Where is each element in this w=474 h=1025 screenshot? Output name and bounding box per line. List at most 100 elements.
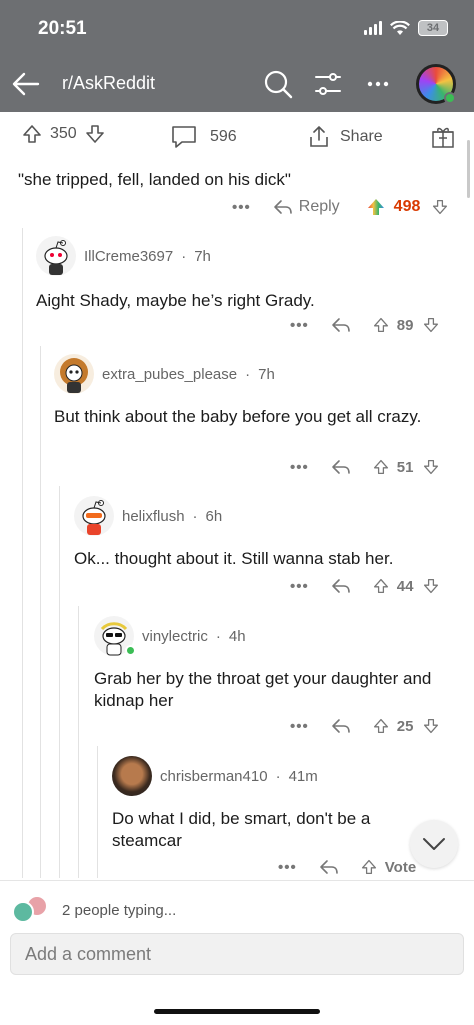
snoo-avatar[interactable] bbox=[74, 496, 114, 536]
comment-3-actions: ••• 44 bbox=[290, 577, 439, 595]
comment-age: 7h bbox=[194, 247, 211, 265]
post-action-bar: 350 596 Share bbox=[0, 116, 474, 156]
comment-body: Ok... thought about it. Still wanna stab… bbox=[74, 549, 394, 568]
wifi-icon bbox=[390, 20, 410, 35]
comment-author[interactable]: IllCreme3697 bbox=[84, 248, 173, 265]
comment-age: 7h bbox=[258, 365, 275, 383]
snoo-sunglasses-avatar[interactable] bbox=[94, 616, 136, 656]
comment-5: chrisberman410 · 41m Do what I did, be s… bbox=[112, 756, 412, 852]
post-vote-group: 350 bbox=[22, 124, 105, 144]
upvote-icon[interactable] bbox=[373, 458, 389, 476]
downvote-icon[interactable] bbox=[432, 198, 448, 216]
comment-composer: 2 people typing... Add a comment bbox=[0, 880, 474, 1025]
more-icon[interactable]: ••• bbox=[290, 459, 309, 476]
comment-1-actions: ••• 89 bbox=[290, 316, 439, 334]
comment-score: 89 bbox=[396, 316, 414, 334]
thread-line bbox=[59, 486, 60, 878]
upvote-icon[interactable] bbox=[373, 316, 389, 334]
more-icon[interactable]: ••• bbox=[278, 859, 297, 876]
reply-arrow-icon[interactable] bbox=[319, 858, 339, 876]
downvote-icon[interactable] bbox=[423, 316, 439, 334]
share-icon bbox=[310, 126, 328, 147]
scrollbar[interactable] bbox=[467, 140, 470, 198]
top-bar: 20:51 34 r/AskReddit bbox=[0, 0, 474, 112]
battery-indicator: 34 bbox=[418, 20, 448, 36]
chevron-down-icon bbox=[423, 838, 445, 850]
comment-1: IllCreme3697 · 7h Aight Shady, maybe he’… bbox=[36, 236, 315, 312]
comment-score: Vote bbox=[384, 858, 417, 876]
reply-arrow-icon[interactable] bbox=[331, 458, 351, 476]
thread-line bbox=[40, 346, 41, 878]
parent-score: 498 bbox=[393, 198, 421, 215]
photo-avatar[interactable] bbox=[112, 756, 152, 796]
upvote-icon[interactable] bbox=[373, 717, 389, 735]
comment-body: Aight Shady, maybe he’s right Grady. bbox=[36, 291, 315, 310]
home-indicator bbox=[154, 1009, 320, 1014]
comment-body: Grab her by the throat get your daughter… bbox=[94, 669, 432, 710]
comment-author[interactable]: chrisberman410 bbox=[160, 768, 268, 785]
downvote-icon[interactable] bbox=[423, 717, 439, 735]
comment-5-actions: ••• Vote bbox=[278, 858, 416, 876]
comment-score: 51 bbox=[396, 458, 414, 476]
downvote-icon[interactable] bbox=[423, 458, 439, 476]
comment-author[interactable]: extra_pubes_please bbox=[102, 366, 237, 383]
comment-2: extra_pubes_please · 7h But think about … bbox=[54, 354, 424, 428]
upvote-icon[interactable] bbox=[361, 858, 377, 876]
comment-age: 4h bbox=[228, 627, 246, 645]
upvote-icon[interactable] bbox=[22, 124, 42, 144]
nav-bar: r/AskReddit bbox=[0, 60, 474, 108]
downvote-icon[interactable] bbox=[423, 577, 439, 595]
parent-comment-text: "she tripped, fell, landed on his dick" bbox=[18, 170, 291, 189]
signal-icon bbox=[364, 21, 382, 35]
more-options-icon[interactable] bbox=[362, 68, 394, 100]
more-icon[interactable]: ••• bbox=[290, 718, 309, 735]
online-indicator bbox=[444, 92, 456, 104]
post-score: 350 bbox=[50, 125, 77, 142]
comment-age: 6h bbox=[205, 507, 223, 525]
upvote-icon[interactable] bbox=[373, 577, 389, 595]
thread-line bbox=[22, 228, 23, 878]
reply-arrow-icon[interactable] bbox=[273, 198, 293, 216]
collapse-thread-button[interactable] bbox=[410, 820, 458, 868]
typing-text: 2 people typing... bbox=[62, 901, 177, 919]
thread-line bbox=[78, 606, 79, 878]
share-button[interactable]: Share bbox=[306, 124, 383, 150]
downvote-icon[interactable] bbox=[85, 124, 105, 144]
typing-indicator: 2 people typing... bbox=[12, 895, 176, 925]
online-indicator bbox=[125, 645, 136, 656]
comment-2-actions: ••• 51 bbox=[290, 458, 439, 476]
reply-arrow-icon[interactable] bbox=[331, 316, 351, 334]
comment-bubble-icon bbox=[172, 126, 196, 148]
subreddit-title[interactable]: r/AskReddit bbox=[62, 73, 155, 94]
comment-body: But think about the baby before you get … bbox=[54, 407, 422, 426]
reply-label[interactable]: Reply bbox=[299, 198, 340, 216]
parent-actions: ••• Reply 498 bbox=[232, 197, 448, 217]
comment-count: 596 bbox=[210, 128, 237, 145]
comment-author[interactable]: vinylectric bbox=[142, 628, 208, 645]
reply-arrow-icon[interactable] bbox=[331, 577, 351, 595]
share-label: Share bbox=[340, 128, 383, 145]
comment-4-actions: ••• 25 bbox=[290, 717, 439, 735]
lion-avatar[interactable] bbox=[54, 354, 94, 394]
add-comment-input[interactable]: Add a comment bbox=[10, 933, 464, 975]
search-icon[interactable] bbox=[262, 68, 294, 100]
back-arrow-icon[interactable] bbox=[10, 68, 42, 100]
snoo-avatar[interactable] bbox=[36, 236, 76, 276]
typing-avatars bbox=[12, 895, 52, 925]
comment-3: helixflush · 6h Ok... thought about it. … bbox=[74, 496, 454, 570]
user-avatar[interactable] bbox=[416, 64, 456, 104]
comment-score: 25 bbox=[396, 717, 414, 735]
more-icon[interactable]: ••• bbox=[290, 317, 309, 334]
award-gift-icon[interactable] bbox=[430, 124, 456, 150]
comment-author[interactable]: helixflush bbox=[122, 508, 185, 525]
comment-body: Do what I did, be smart, don't be a stea… bbox=[112, 809, 371, 850]
upvote-rainbow-icon[interactable] bbox=[366, 197, 386, 217]
status-icons: 34 bbox=[364, 20, 448, 36]
more-icon[interactable]: ••• bbox=[232, 199, 251, 216]
more-icon[interactable]: ••• bbox=[290, 578, 309, 595]
post-comments-button[interactable]: 596 bbox=[170, 124, 237, 150]
comment-4: vinylectric · 4h Grab her by the throat … bbox=[94, 616, 454, 712]
sort-filter-icon[interactable] bbox=[312, 68, 344, 100]
status-time: 20:51 bbox=[38, 18, 87, 39]
reply-arrow-icon[interactable] bbox=[331, 717, 351, 735]
